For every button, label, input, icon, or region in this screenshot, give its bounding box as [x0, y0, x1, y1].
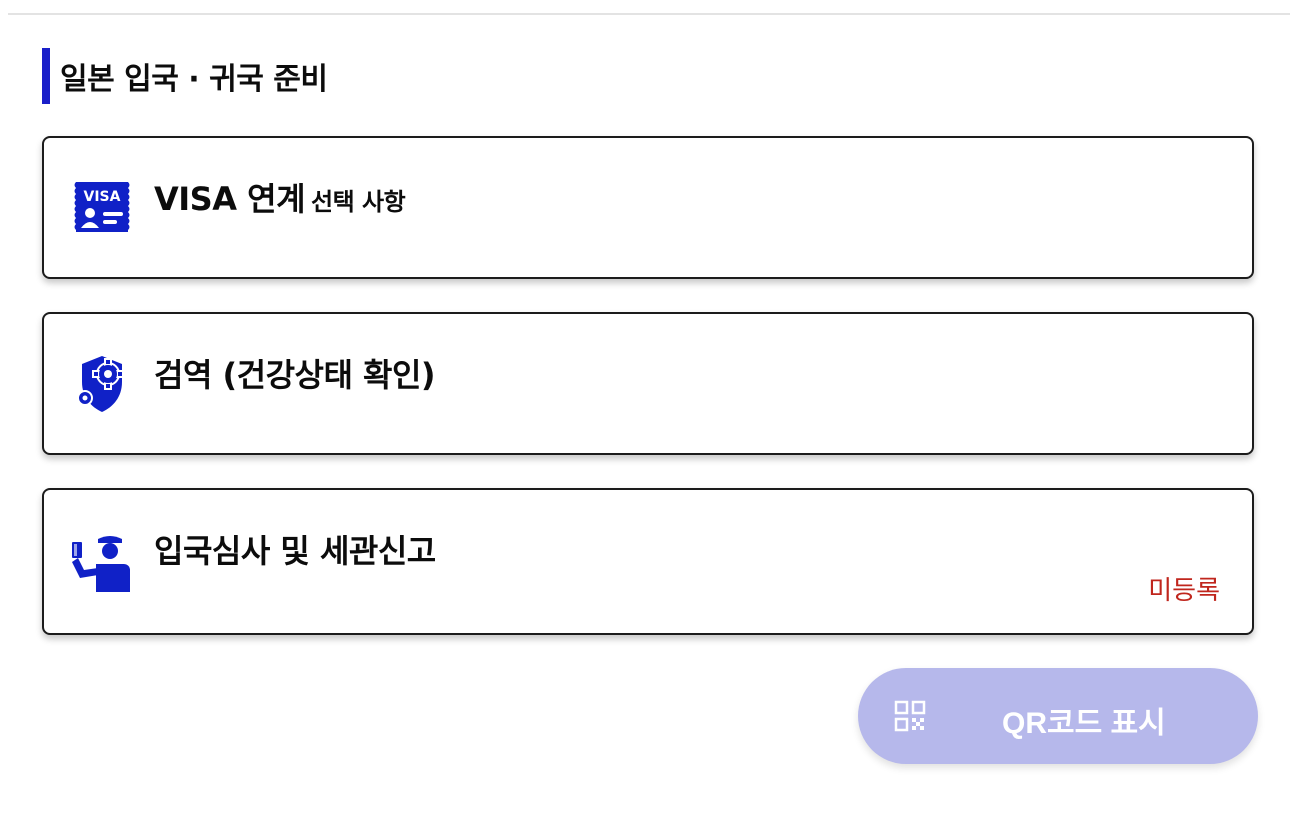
qr-code-icon [894, 700, 926, 732]
section-title: 일본 입국 · 귀국 준비 [60, 62, 328, 97]
immigration-customs-card-title: 입국심사 및 세관신고 [154, 532, 436, 570]
visa-card-optional-label: 선택 사항 [311, 188, 406, 216]
quarantine-card-title: 검역 (건강상태 확인) [154, 356, 436, 394]
visa-card-title-text: VISA 연계 [154, 180, 306, 218]
visa-card-icon: VISA [70, 176, 134, 240]
immigration-customs-card[interactable]: 입국심사 및 세관신고 미등록 [42, 488, 1254, 635]
top-divider [8, 13, 1290, 15]
quarantine-card[interactable]: 검역 (건강상태 확인) [42, 312, 1254, 455]
section-accent-bar [42, 48, 50, 104]
unregistered-status: 미등록 [1148, 576, 1220, 606]
show-qr-code-button[interactable]: QR코드 표시 [858, 668, 1258, 764]
visa-card[interactable]: VISA VISA 연계 선택 사항 [42, 136, 1254, 279]
shield-gear-icon [70, 352, 134, 416]
customs-officer-icon [70, 530, 134, 594]
section-header: 일본 입국 · 귀국 준비 [42, 48, 328, 104]
visa-card-title: VISA 연계 선택 사항 [154, 174, 406, 220]
show-qr-code-label: QR코드 표시 [1002, 707, 1166, 740]
svg-text:VISA: VISA [84, 189, 121, 205]
